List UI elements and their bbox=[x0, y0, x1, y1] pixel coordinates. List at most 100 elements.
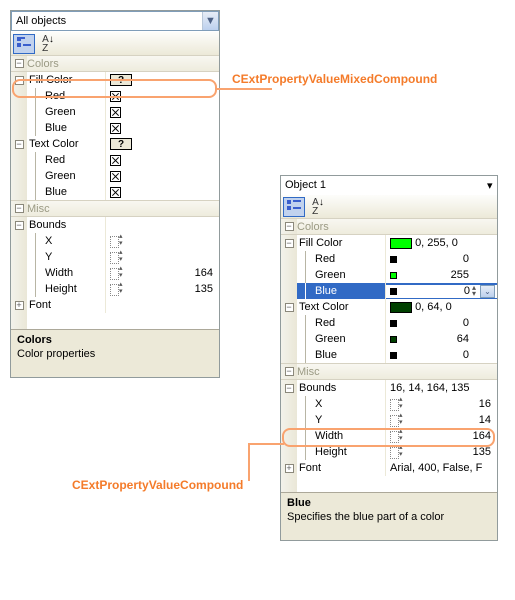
prop-value[interactable]: 64 bbox=[386, 333, 497, 345]
prop-value[interactable]: 164 bbox=[106, 267, 219, 279]
prop-font[interactable]: + Font Arial, 400, False, F bbox=[281, 460, 497, 476]
prop-text-color[interactable]: − Text Color 0, 64, 0 bbox=[281, 299, 497, 315]
category-misc[interactable]: − Misc bbox=[281, 363, 497, 380]
color-chip-icon bbox=[390, 272, 397, 279]
prop-fill-blue[interactable]: Blue bbox=[11, 120, 219, 136]
mixed-indicator-icon bbox=[110, 171, 121, 182]
chevron-down-icon[interactable]: ⌄ bbox=[480, 285, 495, 298]
prop-value[interactable] bbox=[106, 155, 219, 166]
prop-fill-green[interactable]: Green 255 bbox=[281, 267, 497, 283]
prop-value[interactable]: 135 bbox=[386, 446, 497, 458]
category-misc[interactable]: − Misc bbox=[11, 200, 219, 217]
prop-x[interactable]: X bbox=[11, 233, 219, 249]
combo-value: Object 1 bbox=[281, 179, 487, 191]
prop-name: Fill Color bbox=[27, 74, 105, 86]
prop-fill-blue-selected[interactable]: Blue 0 ▴▾ ⌄ bbox=[281, 283, 497, 299]
prop-fill-red[interactable]: Red 0 bbox=[281, 251, 497, 267]
prop-value[interactable] bbox=[106, 91, 219, 102]
prop-x[interactable]: X 16 bbox=[281, 396, 497, 412]
prop-value[interactable]: 0, 255, 0 bbox=[386, 237, 497, 249]
prop-value[interactable]: 0 bbox=[386, 253, 497, 265]
prop-value[interactable] bbox=[106, 123, 219, 134]
prop-value[interactable]: 0 bbox=[386, 317, 497, 329]
prop-value[interactable]: 16, 14, 164, 135 bbox=[386, 382, 497, 394]
prop-bounds[interactable]: − Bounds 16, 14, 164, 135 bbox=[281, 380, 497, 396]
prop-name: Green bbox=[43, 106, 105, 118]
prop-value[interactable] bbox=[106, 171, 219, 182]
annotation-label-compound: CExtPropertyValueCompound bbox=[72, 478, 243, 492]
prop-value[interactable]: 164 bbox=[386, 430, 497, 442]
collapse-icon[interactable]: − bbox=[285, 367, 294, 376]
prop-name: X bbox=[313, 398, 385, 410]
prop-value[interactable]: 0, 64, 0 bbox=[386, 301, 497, 313]
prop-value[interactable] bbox=[106, 250, 219, 264]
object-selector-combo[interactable]: Object 1 ▾ bbox=[281, 176, 497, 194]
prop-name: Red bbox=[313, 253, 385, 265]
collapse-icon[interactable]: − bbox=[15, 221, 24, 230]
category-colors[interactable]: − Colors bbox=[281, 218, 497, 235]
prop-fill-color[interactable]: − Fill Color 0, 255, 0 bbox=[281, 235, 497, 251]
prop-width[interactable]: Width 164 bbox=[281, 428, 497, 444]
prop-name: Y bbox=[313, 414, 385, 426]
prop-text-color[interactable]: − Text Color ? bbox=[11, 136, 219, 152]
prop-width[interactable]: Width 164 bbox=[11, 265, 219, 281]
prop-text-red[interactable]: Red bbox=[11, 152, 219, 168]
prop-name: Bounds bbox=[297, 382, 385, 394]
mixed-value-icon: ? bbox=[110, 138, 132, 150]
prop-name: Red bbox=[43, 90, 105, 102]
prop-value[interactable]: 0 ▴▾ ⌄ bbox=[386, 285, 497, 298]
prop-value[interactable]: 16 bbox=[386, 398, 497, 410]
prop-name: Text Color bbox=[27, 138, 105, 150]
spinner-icon bbox=[390, 445, 407, 459]
collapse-icon[interactable]: − bbox=[15, 140, 24, 149]
prop-text-red[interactable]: Red 0 bbox=[281, 315, 497, 331]
categorized-view-button[interactable] bbox=[13, 34, 35, 54]
prop-bounds[interactable]: − Bounds bbox=[11, 217, 219, 233]
color-chip-icon bbox=[390, 320, 397, 327]
category-colors[interactable]: − Colors bbox=[11, 55, 219, 72]
collapse-icon[interactable]: − bbox=[15, 59, 24, 68]
prop-y[interactable]: Y 14 bbox=[281, 412, 497, 428]
collapse-icon[interactable]: − bbox=[15, 76, 24, 85]
chevron-down-icon[interactable]: ▼ bbox=[202, 12, 218, 30]
prop-value[interactable]: 14 bbox=[386, 414, 497, 426]
collapse-icon[interactable]: − bbox=[285, 384, 294, 393]
prop-y[interactable]: Y bbox=[11, 249, 219, 265]
object-selector-combo[interactable]: All objects ▼ bbox=[11, 11, 219, 31]
annotation-connector bbox=[217, 88, 272, 90]
color-chip-icon bbox=[390, 288, 397, 295]
prop-text-green[interactable]: Green bbox=[11, 168, 219, 184]
collapse-icon[interactable]: − bbox=[285, 303, 294, 312]
prop-value[interactable]: 135 bbox=[106, 283, 219, 295]
expand-icon[interactable]: + bbox=[15, 301, 24, 310]
category-label: Misc bbox=[297, 366, 320, 378]
collapse-icon[interactable]: − bbox=[15, 204, 24, 213]
expand-icon[interactable]: + bbox=[285, 464, 294, 473]
prop-fill-green[interactable]: Green bbox=[11, 104, 219, 120]
collapse-icon[interactable]: − bbox=[285, 239, 294, 248]
prop-value[interactable]: 255 bbox=[386, 269, 497, 281]
prop-height[interactable]: Height 135 bbox=[11, 281, 219, 297]
prop-name: X bbox=[43, 235, 105, 247]
prop-font[interactable]: + Font bbox=[11, 297, 219, 313]
prop-text-blue[interactable]: Blue 0 bbox=[281, 347, 497, 363]
prop-text-green[interactable]: Green 64 bbox=[281, 331, 497, 347]
chevron-down-icon[interactable]: ▾ bbox=[487, 179, 497, 192]
prop-value[interactable] bbox=[106, 187, 219, 198]
categorized-view-button[interactable] bbox=[283, 197, 305, 217]
prop-value[interactable]: ? bbox=[106, 74, 219, 86]
prop-fill-color[interactable]: − Fill Color ? bbox=[11, 72, 219, 88]
prop-value[interactable]: ? bbox=[106, 138, 219, 150]
prop-value[interactable]: 0 bbox=[386, 349, 497, 361]
spinner-icon bbox=[390, 429, 407, 443]
prop-height[interactable]: Height 135 bbox=[281, 444, 497, 460]
prop-value[interactable] bbox=[106, 107, 219, 118]
prop-text-blue[interactable]: Blue bbox=[11, 184, 219, 200]
prop-name: Font bbox=[297, 462, 385, 474]
prop-value[interactable] bbox=[106, 234, 219, 248]
alphabetical-view-button[interactable]: A↓Z bbox=[307, 197, 329, 217]
prop-fill-red[interactable]: Red bbox=[11, 88, 219, 104]
collapse-icon[interactable]: − bbox=[285, 222, 294, 231]
alphabetical-view-button[interactable]: A↓Z bbox=[37, 34, 59, 54]
prop-value[interactable]: Arial, 400, False, F bbox=[386, 462, 497, 474]
